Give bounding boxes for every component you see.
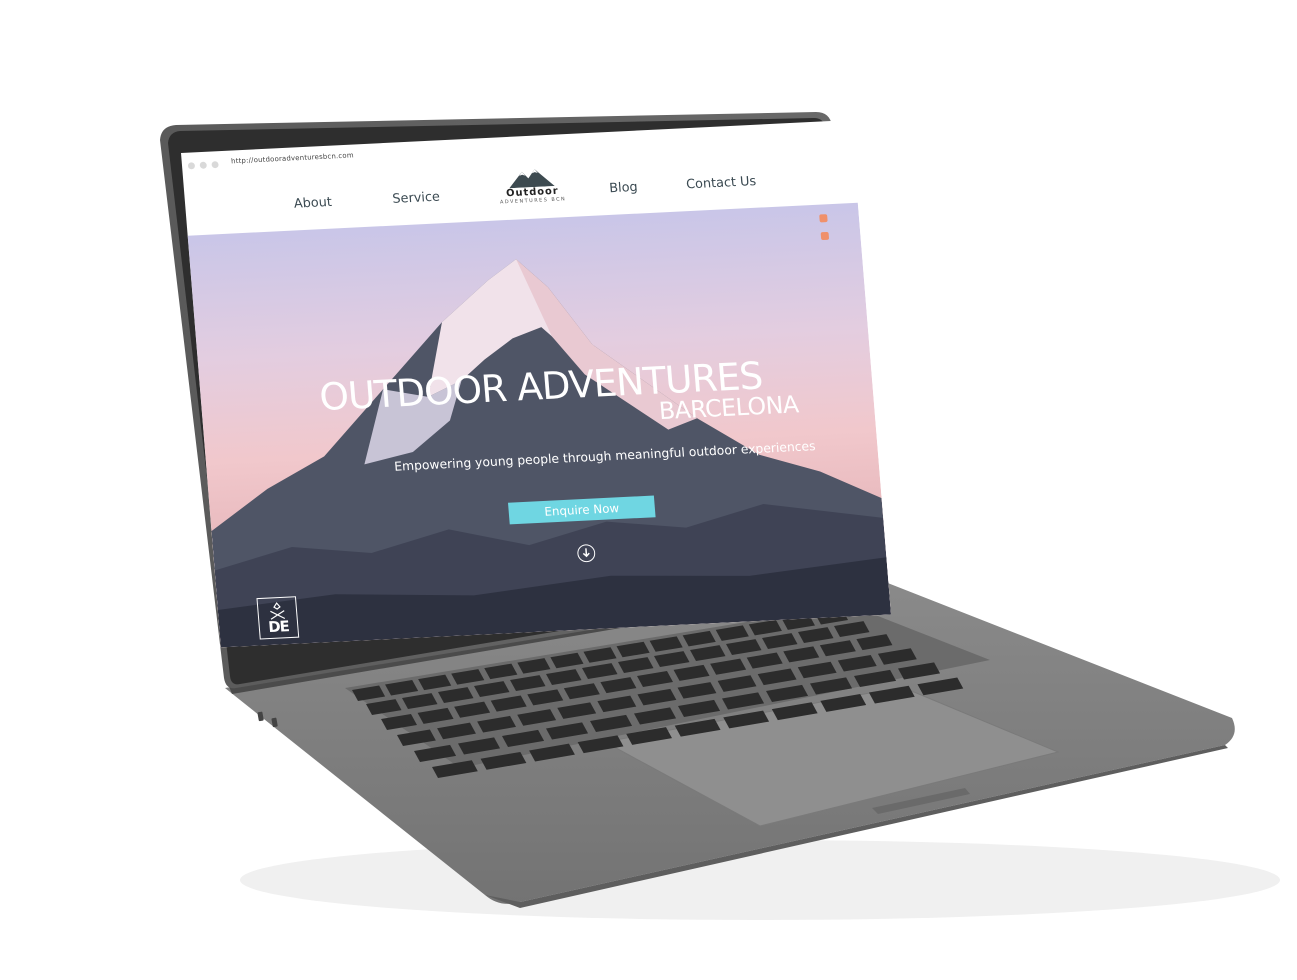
scroll-down-button[interactable] bbox=[576, 543, 596, 563]
badge-text: DE bbox=[267, 617, 290, 637]
laptop-scene: http://outdooradventuresbcn.com About Se… bbox=[0, 0, 1297, 980]
mountain-logo-icon bbox=[509, 169, 555, 189]
address-bar-url[interactable]: http://outdooradventuresbcn.com bbox=[231, 151, 354, 165]
nav-blog[interactable]: Blog bbox=[609, 180, 639, 196]
linkedin-icon[interactable] bbox=[820, 231, 830, 241]
facebook-icon[interactable] bbox=[819, 214, 828, 223]
site-logo[interactable]: Outdoor ADVENTURES BCN bbox=[491, 166, 574, 217]
nav-about[interactable]: About bbox=[293, 195, 332, 212]
website-screen: http://outdooradventuresbcn.com About Se… bbox=[181, 120, 891, 648]
nav-service[interactable]: Service bbox=[392, 190, 441, 207]
dofe-award-badge: DE bbox=[256, 596, 300, 640]
nav-contact-us[interactable]: Contact Us bbox=[686, 174, 757, 192]
window-close-dot[interactable] bbox=[187, 162, 196, 170]
mountain-hero-image bbox=[211, 259, 891, 648]
arrow-down-icon bbox=[582, 548, 590, 558]
window-minimize-dot[interactable] bbox=[199, 161, 207, 169]
window-maximize-dot[interactable] bbox=[211, 161, 219, 169]
hero-section: OUTDOOR ADVENTURES BARCELONA Empowering … bbox=[187, 202, 891, 648]
